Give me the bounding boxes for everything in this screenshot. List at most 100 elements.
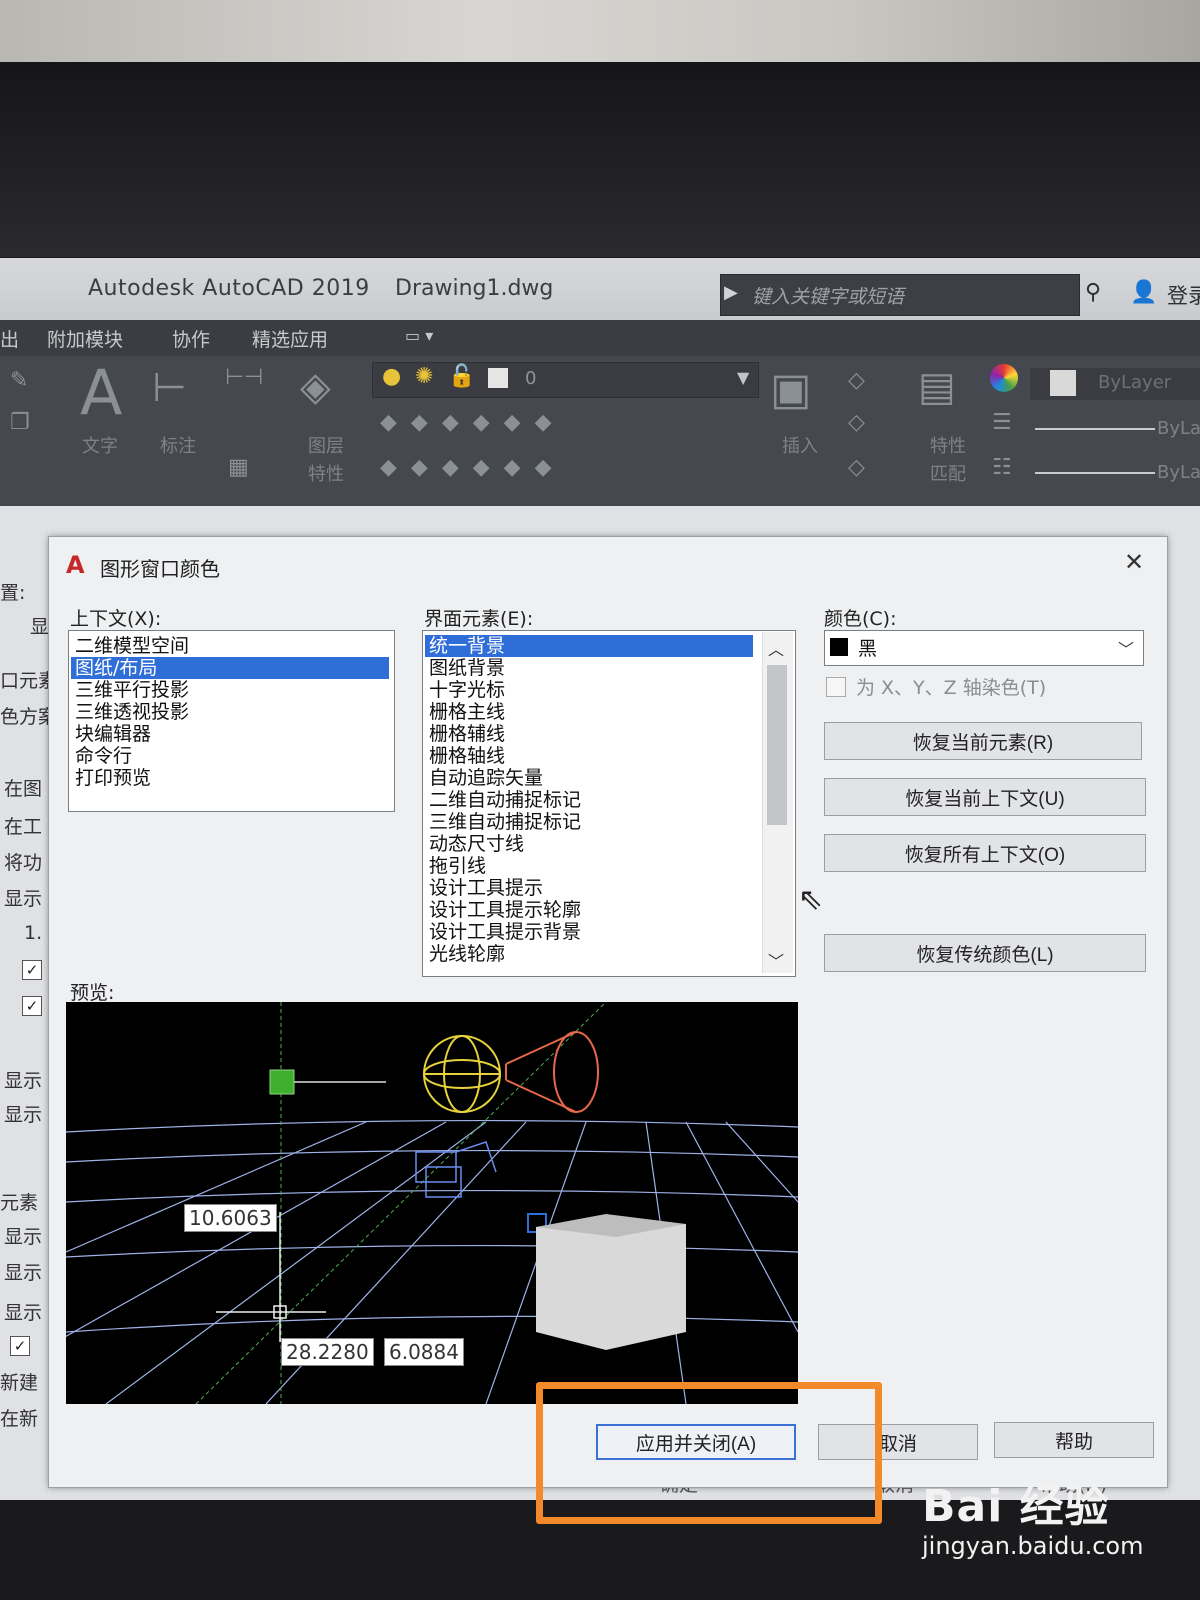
cone-icon xyxy=(505,1031,599,1113)
restore-current-context-button[interactable]: 恢复当前上下文(U) xyxy=(824,778,1146,816)
chevron-down-icon[interactable]: ﹀ xyxy=(768,948,784,972)
options-checkbox[interactable]: ✓ xyxy=(22,996,42,1016)
linetype-preview xyxy=(1035,428,1155,430)
tint-axes-label: 为 X、Y、Z 轴染色(T) xyxy=(856,677,1047,699)
tint-axes-checkbox[interactable] xyxy=(826,677,846,697)
login-label[interactable]: 登录 xyxy=(1167,280,1200,310)
options-fragment: 1. xyxy=(24,922,43,944)
color-value: 黑 xyxy=(858,638,878,660)
context-label: 上下文(X): xyxy=(70,608,162,630)
search-placeholder: 键入关键字或短语 xyxy=(752,286,905,308)
list-item[interactable]: 图纸背景 xyxy=(429,657,505,679)
user-icon[interactable]: 👤 xyxy=(1130,280,1157,305)
list-item[interactable]: 设计工具提示背景 xyxy=(429,921,581,943)
list-item-selected[interactable]: 图纸/布局 xyxy=(71,657,389,679)
lineweight-icon[interactable]: ☰ xyxy=(992,410,1012,435)
list-item[interactable]: 光线轮廓 xyxy=(429,943,505,965)
chevron-down-icon[interactable]: ﹀ xyxy=(1118,636,1134,660)
options-fragment: 显示 xyxy=(4,1302,43,1324)
list-item[interactable]: 动态尺寸线 xyxy=(429,833,524,855)
list-item[interactable]: 拖引线 xyxy=(429,855,486,877)
linetype-icon[interactable]: ☷ xyxy=(992,455,1012,480)
list-item[interactable]: 三维自动捕捉标记 xyxy=(429,811,581,833)
sun-icon[interactable]: ✺ xyxy=(415,364,433,389)
list-item[interactable]: 三维透视投影 xyxy=(75,701,189,723)
block-attribute-icon[interactable]: ◇ xyxy=(848,455,865,480)
create-block-icon[interactable]: ◇ xyxy=(848,368,865,393)
layer-tools-row-1-icon[interactable]: ◆◆◆◆◆◆ xyxy=(380,410,566,435)
options-fragment: 显示 xyxy=(4,1104,43,1126)
restore-all-contexts-button[interactable]: 恢复所有上下文(O) xyxy=(824,834,1146,872)
pencil-icon[interactable]: ✎ xyxy=(10,368,28,393)
list-item[interactable]: 栅格轴线 xyxy=(429,745,505,767)
panel-toggle-icon[interactable]: ▭ ▾ xyxy=(405,326,433,345)
box-solid xyxy=(536,1224,686,1350)
color-wheel-icon[interactable] xyxy=(990,364,1018,392)
chevron-down-icon[interactable]: ▼ xyxy=(737,368,749,387)
monitor-bezel xyxy=(0,62,1200,257)
options-fragment: 在新 xyxy=(0,1408,39,1430)
options-fragment: 在工 xyxy=(4,816,43,838)
list-item[interactable]: 自动追踪矢量 xyxy=(429,767,543,789)
list-item[interactable]: 栅格主线 xyxy=(429,701,505,723)
menu-item-collaborate[interactable]: 协作 xyxy=(172,325,210,352)
close-icon[interactable]: ✕ xyxy=(1124,548,1144,576)
restore-classic-colors-button[interactable]: 恢复传统颜色(L) xyxy=(824,934,1146,972)
list-item[interactable]: 二维模型空间 xyxy=(75,635,189,657)
layer-color-swatch xyxy=(488,368,508,388)
list-item[interactable]: 三维平行投影 xyxy=(75,679,189,701)
menu-item-export[interactable]: 出 xyxy=(0,325,19,352)
options-fragment: 显 xyxy=(30,616,50,638)
preview-label: 预览: xyxy=(70,982,115,1004)
text-icon[interactable]: A xyxy=(80,356,122,429)
edit-block-icon[interactable]: ◇ xyxy=(848,410,865,435)
options-fragment: 元素 xyxy=(0,1192,39,1214)
help-button[interactable]: 帮助 xyxy=(994,1422,1154,1458)
layer-tools-row-2-icon[interactable]: ◆◆◆◆◆◆ xyxy=(380,455,566,480)
match-label-1: 特性 xyxy=(930,436,966,457)
list-item[interactable]: 打印预览 xyxy=(75,767,151,789)
options-fragment: 将功 xyxy=(4,852,43,874)
chevron-up-icon[interactable]: ︿ xyxy=(768,636,784,660)
options-checkbox[interactable]: ✓ xyxy=(10,1336,30,1356)
insert-block-icon[interactable]: ▣ xyxy=(770,364,812,415)
tooltip-value: 28.2280 xyxy=(281,1338,374,1366)
list-item[interactable]: 设计工具提示轮廓 xyxy=(429,899,581,921)
list-item[interactable]: 命令行 xyxy=(75,745,132,767)
list-item[interactable]: 块编辑器 xyxy=(75,723,151,745)
menu-item-featured-apps[interactable]: 精选应用 xyxy=(252,325,328,352)
binoculars-icon[interactable]: ⚲ xyxy=(1085,280,1101,305)
sphere-icon xyxy=(423,1035,501,1113)
highlight-box xyxy=(536,1382,882,1524)
context-list[interactable]: 二维模型空间 图纸/布局 三维平行投影 三维透视投影 块编辑器 命令行 打印预览 xyxy=(68,630,395,812)
watermark-url: jingyan.baidu.com xyxy=(922,1532,1144,1560)
mouse-pointer-icon: ⇖ xyxy=(798,882,824,917)
scrollbar-thumb[interactable] xyxy=(767,665,787,825)
dialog-title: 图形窗口颜色 xyxy=(100,557,220,581)
menu-item-addons[interactable]: 附加模块 xyxy=(47,325,123,352)
document-title: Drawing1.dwg xyxy=(395,276,554,301)
table-icon[interactable]: ▦ xyxy=(228,455,249,480)
element-list[interactable]: 统一背景 图纸背景 十字光标 栅格主线 栅格辅线 栅格轴线 自动追踪矢量 二维自… xyxy=(422,630,796,977)
list-item[interactable]: 二维自动捕捉标记 xyxy=(429,789,581,811)
options-fragment: 显示 xyxy=(4,888,43,910)
dimension-icon[interactable]: ⊢ xyxy=(152,365,187,411)
linear-dimension-icon[interactable]: ⊢⊣ xyxy=(225,365,263,390)
bulb-icon[interactable]: ● xyxy=(382,364,401,389)
tooltip-value: 6.0884 xyxy=(384,1338,464,1366)
match-properties-icon[interactable]: ▤ xyxy=(918,364,956,410)
list-item[interactable]: 栅格辅线 xyxy=(429,723,505,745)
lineweight-bylayer-value: ByLa xyxy=(1157,462,1200,483)
layer-properties-icon[interactable]: ◈ xyxy=(300,364,331,410)
options-checkbox[interactable]: ✓ xyxy=(22,960,42,980)
restore-current-element-button[interactable]: 恢复当前元素(R) xyxy=(824,722,1142,760)
unlock-icon[interactable]: 🔓 xyxy=(448,364,475,389)
options-fragment: 显示 xyxy=(4,1226,43,1248)
bylayer-swatch xyxy=(1050,370,1076,396)
copy-icon[interactable]: ❐ xyxy=(10,410,30,435)
list-item-selected[interactable]: 统一背景 xyxy=(425,635,753,657)
layer-properties-label-2: 特性 xyxy=(308,464,344,485)
layer-properties-label-1: 图层 xyxy=(308,436,344,457)
list-item[interactable]: 设计工具提示 xyxy=(429,877,543,899)
list-item[interactable]: 十字光标 xyxy=(429,679,505,701)
